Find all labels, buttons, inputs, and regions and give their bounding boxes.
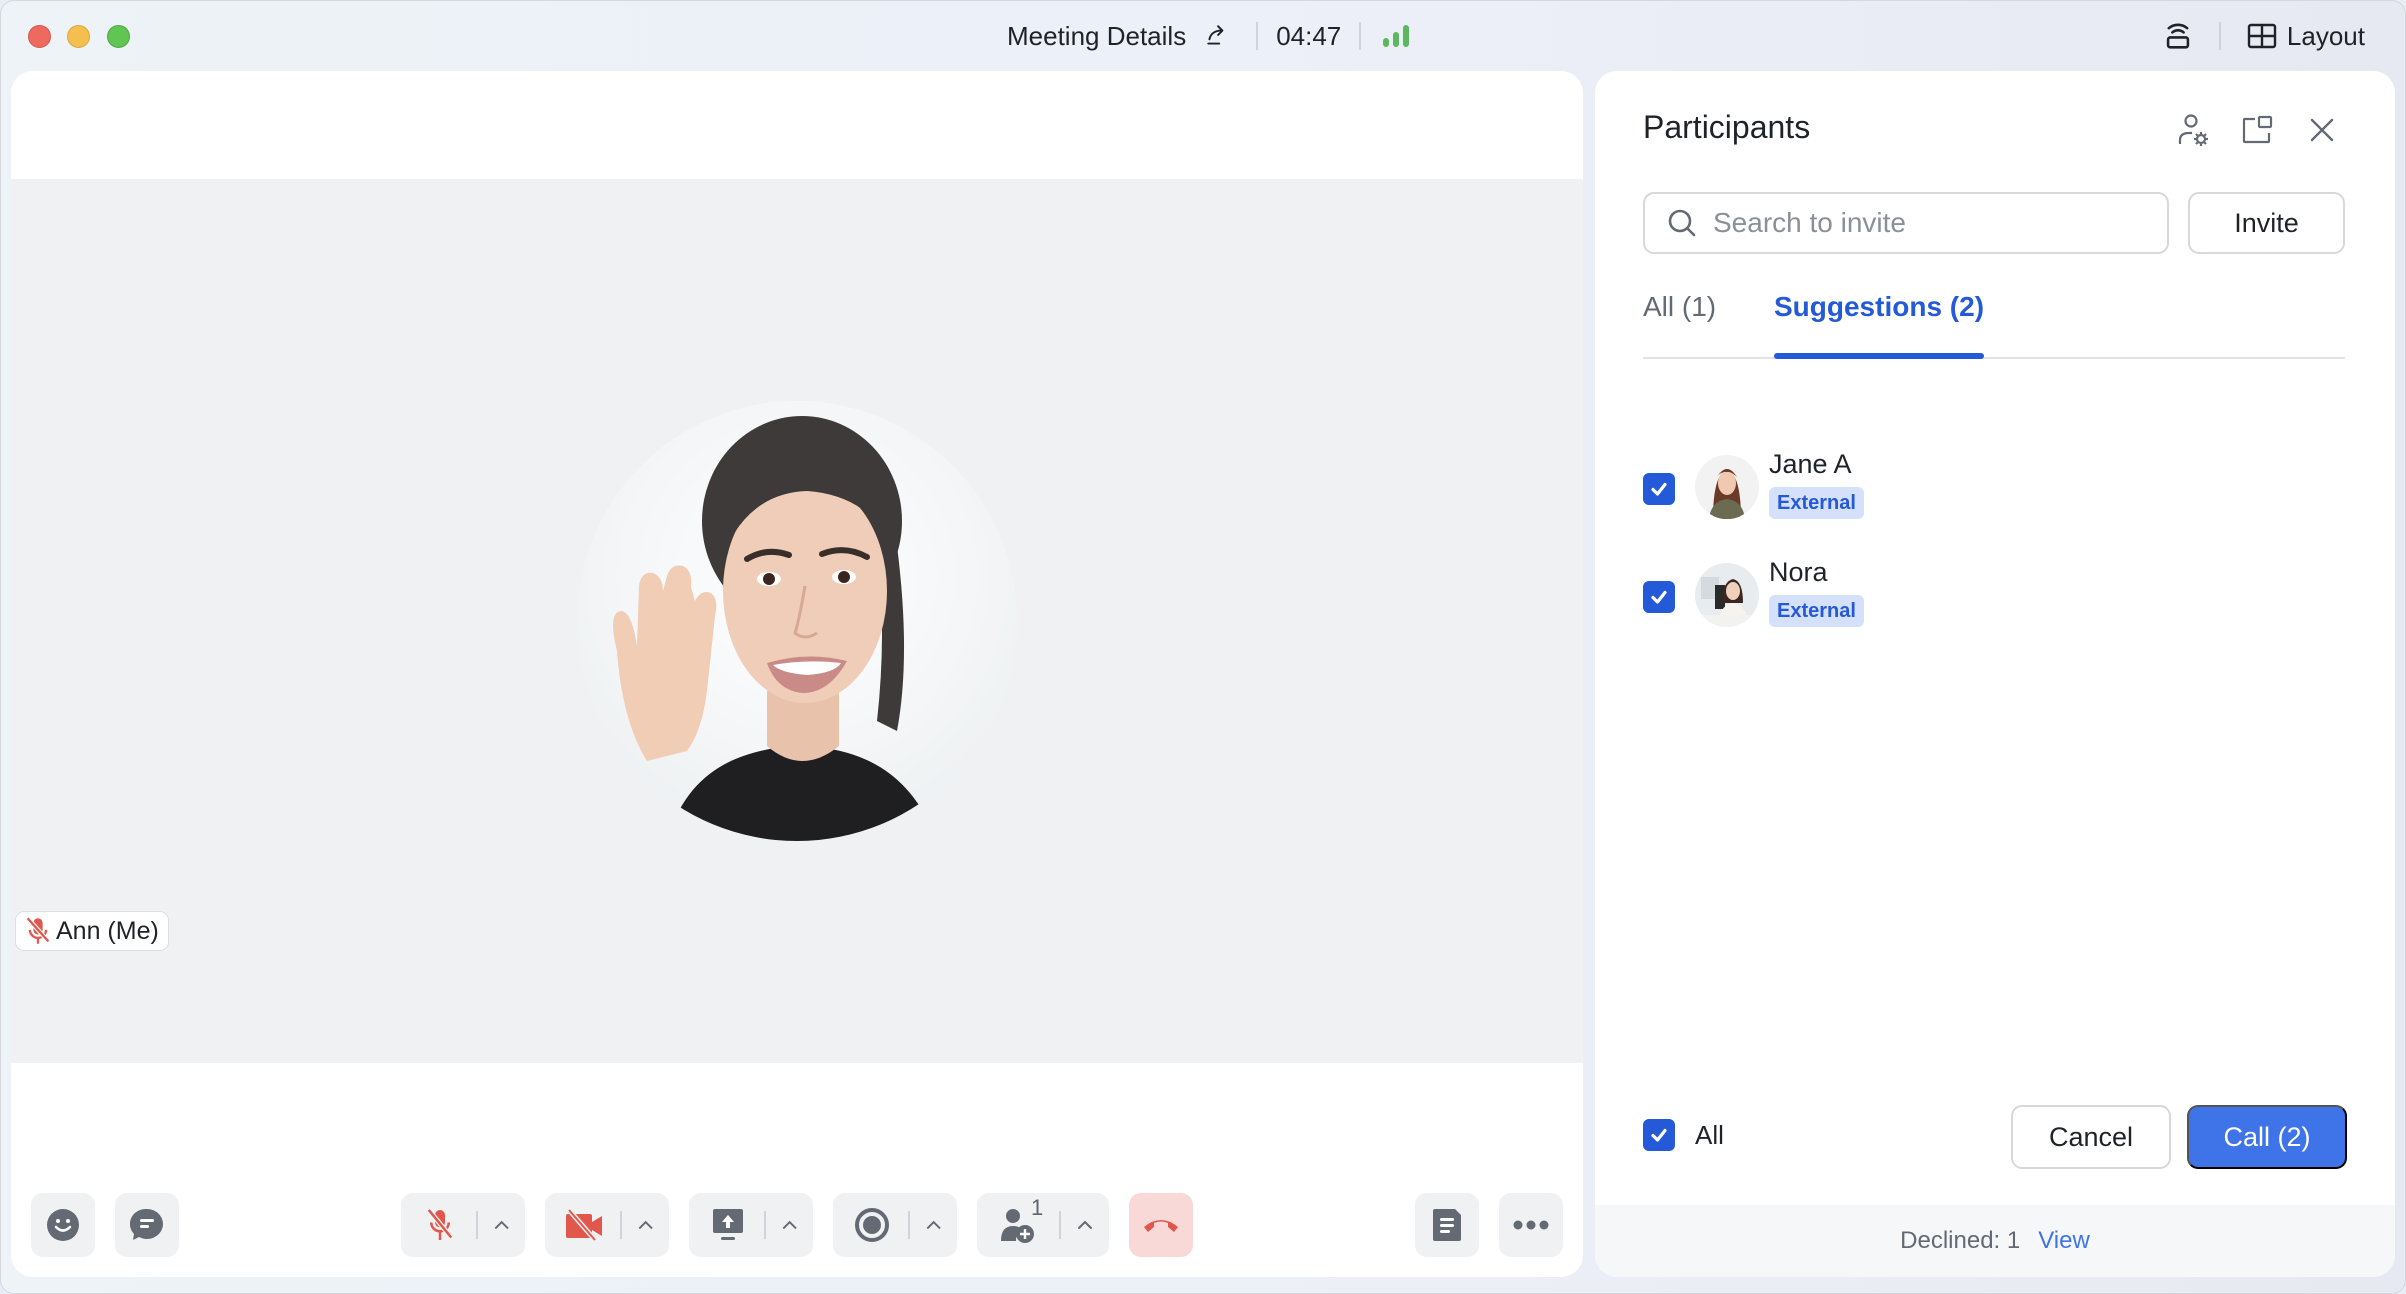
tab-suggestions[interactable]: Suggestions (2) [1774, 291, 1985, 359]
add-participant-icon [1001, 1209, 1034, 1243]
select-all-checkbox[interactable] [1643, 1119, 1675, 1151]
chevron-up-icon[interactable] [636, 1215, 655, 1235]
declined-footer: Declined: 1 View [1595, 1205, 2395, 1277]
microphone-control[interactable] [401, 1193, 525, 1257]
layout-label: Layout [2286, 20, 2365, 51]
divider [1256, 22, 1259, 50]
mute-button[interactable] [421, 1205, 460, 1245]
self-name: Ann (Me) [56, 916, 159, 945]
suggestion-name: Nora [1769, 557, 1828, 587]
suggestion-row[interactable]: Nora External [1643, 557, 2343, 633]
participant-count: 1 [1031, 1195, 1044, 1220]
select-all[interactable]: All [1643, 1119, 1724, 1151]
panel-title: Participants [1643, 109, 1811, 145]
view-declined-link[interactable]: View [2038, 1227, 2090, 1255]
participants-control[interactable]: 1 [977, 1193, 1109, 1257]
camera-control[interactable] [545, 1193, 669, 1257]
pop-out-icon[interactable] [2241, 113, 2275, 147]
chevron-up-icon[interactable] [492, 1215, 511, 1235]
meeting-stage: Ann (Me) 1 [11, 71, 1583, 1277]
layout-grid-icon [2247, 23, 2277, 49]
mic-off-icon [25, 916, 51, 944]
record-button[interactable] [853, 1205, 892, 1245]
mic-off-icon [427, 1208, 454, 1240]
chat-button[interactable] [115, 1193, 179, 1257]
call-button[interactable]: Call (2) [2187, 1105, 2347, 1169]
share-icon[interactable] [1204, 23, 1230, 49]
avatar [1695, 563, 1759, 627]
divider [763, 1211, 766, 1239]
leave-meeting-button[interactable] [1129, 1193, 1193, 1257]
smiley-icon [47, 1209, 79, 1241]
minimize-window-button[interactable] [67, 25, 90, 48]
participant-tabs: All (1) Suggestions (2) [1643, 291, 2345, 359]
more-button[interactable] [1499, 1193, 1563, 1257]
select-all-label: All [1695, 1119, 1724, 1150]
external-badge: External [1769, 487, 1864, 519]
declined-count: Declined: 1 [1900, 1227, 2021, 1254]
hang-up-icon [1144, 1220, 1178, 1232]
close-window-button[interactable] [28, 25, 51, 48]
camera-toggle-button[interactable] [565, 1205, 604, 1245]
video-area [11, 179, 1583, 1063]
zoom-window-button[interactable] [107, 25, 130, 48]
signal-icon[interactable] [1383, 25, 1410, 47]
external-badge: External [1769, 595, 1864, 627]
divider [475, 1211, 478, 1239]
cancel-button[interactable]: Cancel [2011, 1105, 2171, 1169]
meeting-window: Meeting Details 04:47 Layout Ann (Me) 1 … [0, 0, 2406, 1294]
person-portrait-image [577, 401, 1017, 841]
divider [2218, 22, 2221, 50]
notes-icon [1433, 1209, 1461, 1241]
suggestion-checkbox[interactable] [1643, 473, 1675, 505]
search-icon [1668, 209, 1696, 237]
divider [619, 1211, 622, 1239]
chevron-up-icon[interactable] [1075, 1215, 1095, 1235]
tab-all[interactable]: All (1) [1643, 291, 1716, 357]
record-control[interactable] [833, 1193, 957, 1257]
more-icon [1513, 1220, 1549, 1230]
share-screen-button[interactable] [709, 1205, 748, 1245]
layout-button[interactable]: Layout [2247, 21, 2365, 52]
search-field[interactable] [1643, 192, 2169, 254]
checkmark-icon [1651, 482, 1667, 496]
meeting-timer: 04:47 [1276, 20, 1342, 51]
close-icon[interactable] [2305, 113, 2339, 147]
titlebar-right: Layout [2161, 15, 2365, 57]
notes-button[interactable] [1415, 1193, 1479, 1257]
meeting-details-title[interactable]: Meeting Details [1007, 21, 1186, 52]
divider [1059, 1211, 1061, 1239]
checkmark-icon [1651, 1128, 1667, 1142]
participant-settings-icon[interactable] [2177, 113, 2211, 147]
titlebar-center: Meeting Details 04:47 [1007, 15, 1410, 57]
chevron-up-icon[interactable] [924, 1215, 943, 1235]
participants-button[interactable]: 1 [997, 1195, 1043, 1245]
suggestion-checkbox[interactable] [1643, 581, 1675, 613]
avatar [1695, 455, 1759, 519]
divider [907, 1211, 910, 1239]
participants-panel: Participants Invite All (1) Suggestions … [1595, 71, 2395, 1277]
share-screen-control[interactable] [689, 1193, 813, 1257]
airplay-icon[interactable] [2161, 19, 2195, 53]
search-input[interactable] [1713, 207, 2153, 239]
camera-off-icon [566, 1209, 603, 1241]
chat-bubble-icon [130, 1208, 163, 1240]
invite-button[interactable]: Invite [2188, 192, 2345, 254]
record-icon [855, 1208, 890, 1242]
suggestion-row[interactable]: Jane A External [1643, 449, 2343, 525]
divider [1359, 22, 1362, 50]
chevron-up-icon[interactable] [780, 1215, 799, 1235]
checkmark-icon [1651, 590, 1667, 604]
share-screen-icon [713, 1209, 744, 1240]
self-name-tag: Ann (Me) [15, 911, 169, 951]
suggestion-name: Jane A [1769, 449, 1852, 479]
reactions-button[interactable] [31, 1193, 95, 1257]
self-video-avatar [577, 401, 1017, 841]
